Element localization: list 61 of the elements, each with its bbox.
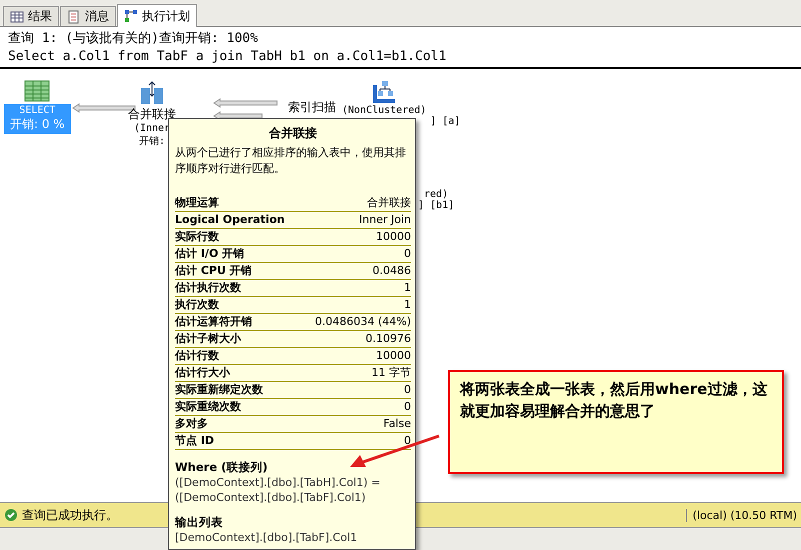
property-value: 1: [404, 280, 411, 296]
grid-icon: [10, 10, 24, 24]
property-value: 0: [404, 399, 411, 415]
node-label: red): [424, 189, 448, 200]
property-value: 合并联接: [367, 195, 411, 211]
property-name: 实际行数: [175, 229, 219, 245]
annotation-note: 将两张表全成一张表，然后用where过滤，这就更加容易理解合并的意思了: [448, 370, 784, 474]
property-value: 0: [404, 246, 411, 262]
property-name: 实际重新绑定次数: [175, 382, 263, 398]
node-label: 开销:: [138, 135, 166, 148]
status-message: 查询已成功执行。: [22, 506, 118, 524]
property-name: 估计行大小: [175, 365, 230, 381]
tab[interactable]: 消息: [60, 6, 116, 26]
tooltip-title: 合并联接: [268, 125, 318, 142]
property-name: 物理运算: [175, 195, 219, 211]
section-heading: 输出列表: [175, 515, 224, 530]
property-value: 10000: [376, 348, 411, 364]
property-name: 估计子树大小: [175, 331, 241, 347]
section-text: ([DemoContext].[dbo].[TabH].Col1) = ([DemoContext].[dbo].[TabF].Col1): [175, 475, 382, 505]
plan-icon: [124, 9, 138, 23]
node-label: ] [a]: [430, 116, 460, 127]
merge-join-icon: [139, 80, 165, 106]
server-info: (local) (10.50 RTM): [686, 508, 801, 522]
property-value: 1: [404, 297, 411, 313]
node-label-group[interactable]: red) ] [b1]: [418, 189, 454, 211]
property-value: 0: [404, 433, 411, 449]
index-scan-icon: [371, 79, 398, 105]
node-label: (NonClustered): [342, 105, 426, 116]
property-name: 实际重绕次数: [175, 399, 241, 415]
table-icon: [24, 80, 50, 102]
property-name: 估计运算符开销: [175, 314, 252, 330]
section-text: [DemoContext].[dbo].[TabF].Col1: [175, 530, 358, 545]
property-name: Logical Operation: [175, 212, 285, 228]
node-label[interactable]: 索引扫描: [288, 99, 336, 116]
success-check-icon: [4, 508, 18, 522]
property-value: 11 字节: [372, 365, 411, 381]
flow-arrow: [213, 98, 278, 108]
tooltip-description: 从两个已进行了相应排序的输入表中，使用其排序顺序对行进行匹配。: [175, 145, 407, 177]
property-value: 0.0486034 (44%): [314, 314, 411, 330]
property-value: Inner Join: [359, 212, 411, 228]
property-name: 估计 I/O 开销: [175, 246, 244, 262]
property-name: 执行次数: [175, 297, 219, 313]
property-value: 0: [404, 382, 411, 398]
property-value: False: [383, 416, 411, 432]
tab[interactable]: 结果: [3, 6, 59, 26]
query-title: 查询 1: (与该批有关的)查询开销: 100%: [8, 30, 259, 47]
flow-arrow: [213, 111, 263, 121]
property-name: 估计 CPU 开销: [175, 263, 252, 279]
node-label: (Inner: [134, 123, 170, 134]
tab[interactable]: 执行计划: [117, 4, 197, 27]
node-label: ] [b1]: [418, 200, 454, 211]
property-name: 节点 ID: [175, 433, 214, 449]
property-name: 多对多: [175, 416, 208, 432]
document-icon: [67, 10, 81, 24]
section-heading: Where (联接列): [175, 460, 269, 475]
property-name: 估计行数: [175, 348, 219, 364]
sql-text: Select a.Col1 from TabF a join TabH b1 on a.Col1=b1.Col1: [8, 49, 448, 64]
property-value: 0.0486: [372, 263, 411, 279]
property-name: 估计执行次数: [175, 280, 241, 296]
property-value: 10000: [376, 229, 411, 245]
property-value: 0.10976: [366, 331, 411, 347]
